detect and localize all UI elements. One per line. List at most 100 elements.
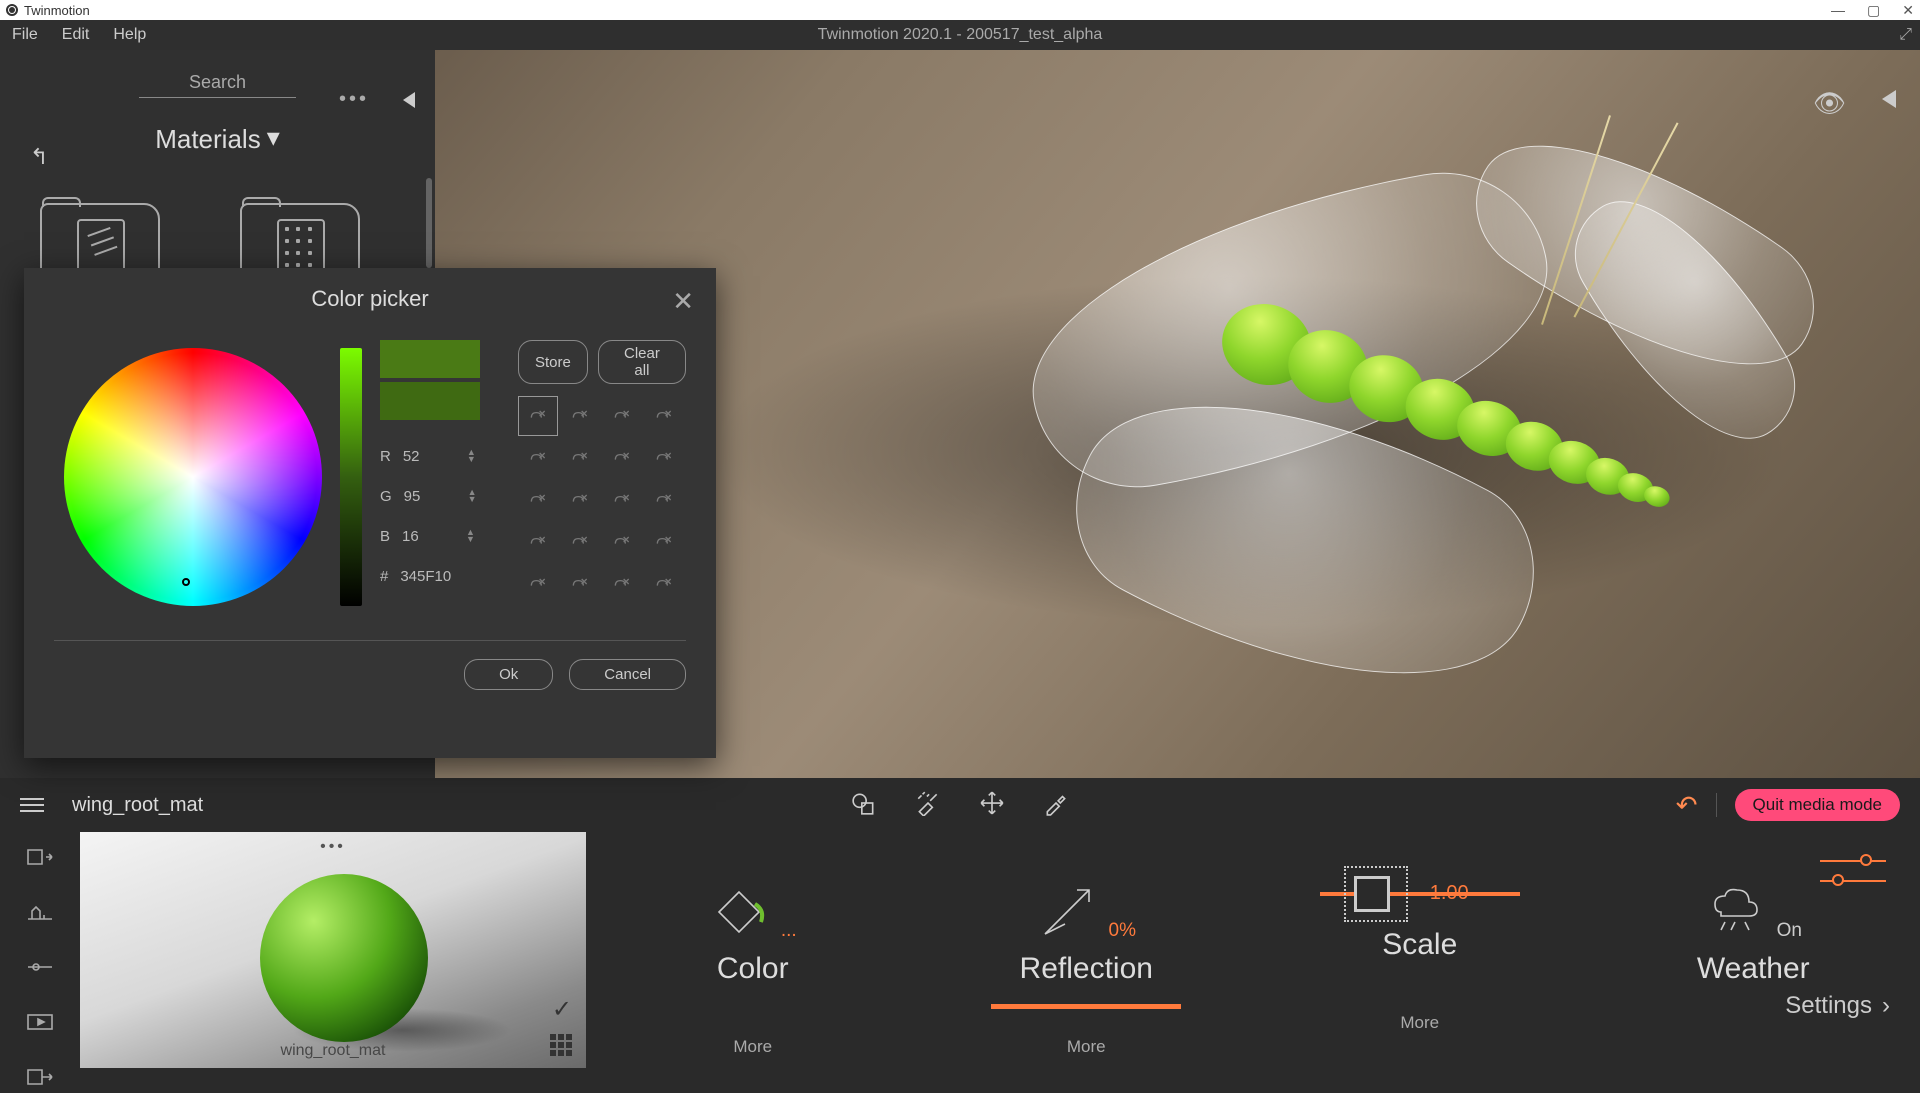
reflection-label: Reflection <box>1020 952 1153 986</box>
navigate-up-icon[interactable]: ↰ <box>30 144 48 170</box>
value-slider[interactable] <box>340 348 362 606</box>
dock-menu-icon[interactable] <box>20 798 44 812</box>
dock-side-tools <box>0 832 80 1072</box>
quit-media-mode-button[interactable]: Quit media mode <box>1735 789 1900 821</box>
color-wheel-cursor[interactable] <box>182 578 190 586</box>
hex-input[interactable] <box>400 568 452 585</box>
swatch-slot[interactable] <box>560 564 600 604</box>
library-breadcrumb[interactable]: Materials▾ <box>0 124 435 155</box>
b-stepper[interactable]: ▲▼ <box>466 529 475 543</box>
prop-scale[interactable]: 1.00 Scale More <box>1253 862 1587 1072</box>
swatch-slot[interactable] <box>518 564 558 604</box>
expand-icon[interactable]: ⤢ <box>1899 26 1912 44</box>
apply-check-icon[interactable]: ✓ <box>552 995 572 1024</box>
library-scrollbar[interactable] <box>426 178 432 268</box>
b-label: B <box>380 528 390 545</box>
color-label: Color <box>717 952 789 986</box>
close-window-button[interactable]: ✕ <box>1902 2 1914 19</box>
g-label: G <box>380 488 392 505</box>
prop-color[interactable]: ... Color More <box>586 862 920 1072</box>
preview-caption: wing_root_mat <box>281 1042 386 1060</box>
import-icon[interactable] <box>26 846 54 873</box>
swatch-slot[interactable] <box>560 438 600 478</box>
prop-reflection[interactable]: 0% Reflection More <box>920 862 1254 1072</box>
maximize-button[interactable]: ▢ <box>1867 2 1880 19</box>
hex-label: # <box>380 568 388 585</box>
swatch-slot[interactable] <box>518 480 558 520</box>
swatch-slot[interactable] <box>518 396 558 436</box>
eyedropper-tool-icon[interactable] <box>1043 790 1069 821</box>
scale-icon: 1.00 <box>1320 862 1520 918</box>
store-button[interactable]: Store <box>518 340 588 384</box>
menu-file[interactable]: File <box>12 26 38 44</box>
swatch-slot[interactable] <box>644 564 684 604</box>
dock-panel: wing_root_mat ↶ Quit media mode <box>0 778 1920 1080</box>
weather-value: On <box>1777 920 1802 942</box>
reflection-more[interactable]: More <box>1067 1037 1106 1057</box>
search-input[interactable]: Search <box>139 68 296 98</box>
g-input[interactable] <box>404 488 456 505</box>
previous-color-swatch <box>380 382 480 420</box>
b-input[interactable] <box>402 528 454 545</box>
move-tool-icon[interactable] <box>979 790 1005 821</box>
color-picker-dialog: Color picker ✕ R▲▼ G▲▼ B▲▼ # <box>24 268 716 758</box>
swatch-slot[interactable] <box>560 480 600 520</box>
swatch-slot[interactable] <box>644 396 684 436</box>
undo-icon[interactable]: ↶ <box>1676 790 1698 821</box>
chevron-right-icon: › <box>1882 992 1890 1020</box>
terrain-icon[interactable] <box>26 901 54 928</box>
document-title: Twinmotion 2020.1 - 200517_test_alpha <box>818 26 1103 44</box>
collapse-panel-icon[interactable] <box>403 92 415 108</box>
swatch-slot[interactable] <box>644 480 684 520</box>
grid-view-icon[interactable] <box>550 1034 572 1056</box>
r-stepper[interactable]: ▲▼ <box>467 449 476 463</box>
reflection-icon <box>1037 882 1097 942</box>
color-wheel[interactable] <box>64 348 322 606</box>
color-side-value: ... <box>781 920 797 942</box>
swatch-slot[interactable] <box>518 438 558 478</box>
menu-edit[interactable]: Edit <box>62 26 90 44</box>
library-options-icon[interactable]: ••• <box>339 88 369 111</box>
settings-sliders-icon[interactable] <box>1820 860 1886 882</box>
cancel-button[interactable]: Cancel <box>569 659 686 690</box>
ok-button[interactable]: Ok <box>464 659 553 690</box>
stored-swatches-grid <box>518 396 686 604</box>
preview-options-icon[interactable]: ••• <box>320 838 346 856</box>
g-stepper[interactable]: ▲▼ <box>468 489 477 503</box>
swatch-slot[interactable] <box>602 522 642 562</box>
swatch-slot[interactable] <box>602 564 642 604</box>
slider-icon[interactable] <box>26 956 54 983</box>
shapes-tool-icon[interactable] <box>851 790 877 821</box>
swatch-slot[interactable] <box>560 396 600 436</box>
view-eye-icon[interactable]: 👁 <box>1813 88 1846 119</box>
swatch-slot[interactable] <box>602 396 642 436</box>
swatch-slot[interactable] <box>644 522 684 562</box>
r-label: R <box>380 448 391 465</box>
swatch-slot[interactable] <box>602 438 642 478</box>
swatch-slot[interactable] <box>518 522 558 562</box>
r-input[interactable] <box>403 448 455 465</box>
weather-label: Weather <box>1697 952 1810 986</box>
media-icon[interactable] <box>26 1011 54 1038</box>
paint-tool-icon[interactable] <box>915 790 941 821</box>
app-logo-icon <box>6 4 18 16</box>
minimize-button[interactable]: ― <box>1831 2 1845 19</box>
scale-label: Scale <box>1382 928 1457 962</box>
menu-bar: File Edit Help Twinmotion 2020.1 - 20051… <box>0 20 1920 50</box>
collapse-viewport-icon[interactable] <box>1882 90 1896 108</box>
menu-help[interactable]: Help <box>113 26 146 44</box>
swatch-slot[interactable] <box>644 438 684 478</box>
color-more[interactable]: More <box>733 1037 772 1057</box>
settings-button[interactable]: Settings› <box>1785 992 1890 1020</box>
material-name: wing_root_mat <box>72 794 203 817</box>
clear-all-button[interactable]: Clear all <box>598 340 686 384</box>
swatch-slot[interactable] <box>560 522 600 562</box>
app-name: Twinmotion <box>24 3 90 18</box>
material-preview[interactable]: ••• ✓ wing_root_mat <box>80 832 586 1068</box>
weather-icon <box>1705 882 1765 942</box>
scale-more[interactable]: More <box>1400 1013 1439 1033</box>
prop-weather[interactable]: On Weather x <box>1587 862 1920 1072</box>
close-dialog-button[interactable]: ✕ <box>672 286 694 317</box>
window-titlebar: Twinmotion ― ▢ ✕ <box>0 0 1920 20</box>
swatch-slot[interactable] <box>602 480 642 520</box>
